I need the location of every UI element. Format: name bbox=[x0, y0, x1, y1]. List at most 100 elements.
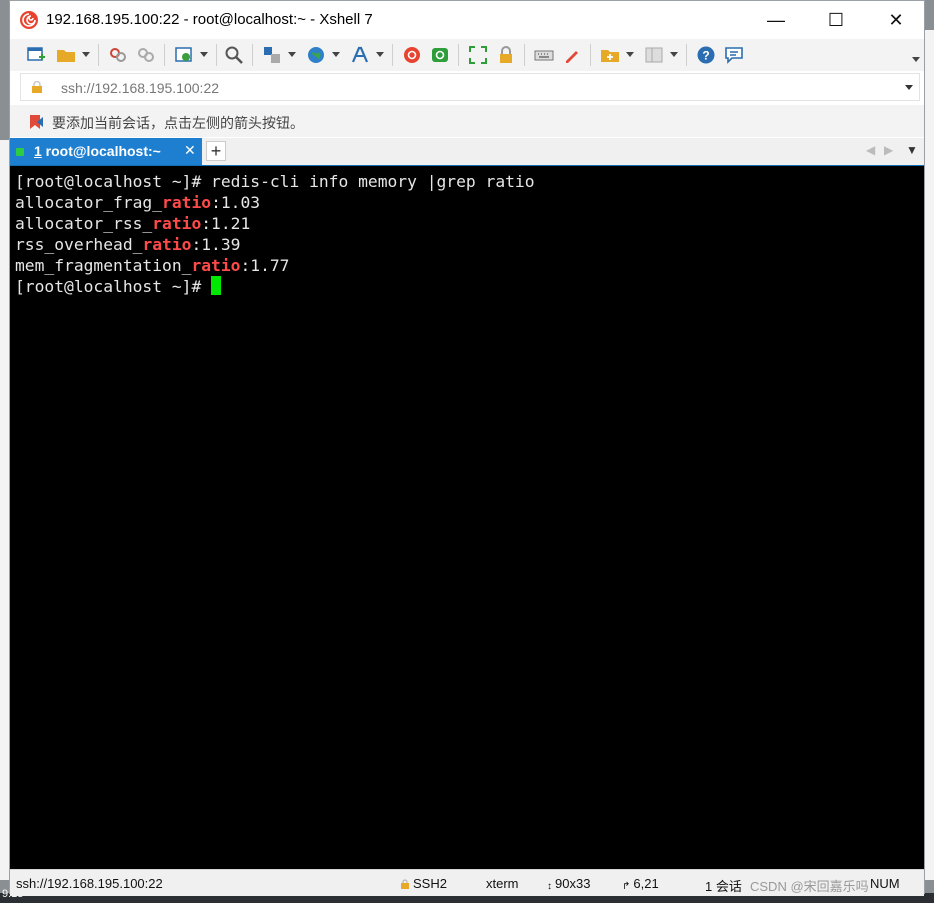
toolbar-separator bbox=[524, 44, 525, 66]
terminal-prompt: [root@localhost ~]# bbox=[15, 172, 202, 191]
terminal-line: allocator_frag_ratio:1.03 bbox=[15, 192, 535, 213]
globe-icon[interactable] bbox=[306, 45, 326, 65]
minimize-button[interactable]: — bbox=[747, 1, 805, 39]
close-button[interactable]: ✕ bbox=[867, 1, 925, 39]
toolbar-separator bbox=[590, 44, 591, 66]
terminal-line: [root@localhost ~]# redis-cli info memor… bbox=[15, 171, 535, 192]
transfer-icon[interactable] bbox=[262, 45, 282, 65]
globe-dropdown-icon[interactable] bbox=[332, 52, 340, 57]
terminal-command: redis-cli info memory |grep ratio bbox=[201, 172, 535, 191]
grep-match: ratio bbox=[142, 235, 192, 254]
session-hint-bar: 要添加当前会话，点击左侧的箭头按钮。 bbox=[10, 105, 924, 137]
xshell-logo-icon bbox=[20, 11, 38, 29]
terminal-line: rss_overhead_ratio:1.39 bbox=[15, 234, 535, 255]
toolbar-separator bbox=[458, 44, 459, 66]
help-icon[interactable]: ? bbox=[696, 45, 716, 65]
metric-value: :1.03 bbox=[211, 193, 261, 212]
status-protocol: SSH2 bbox=[400, 876, 447, 891]
tab-scroll-left-icon[interactable]: ◀ bbox=[866, 143, 875, 157]
desktop-background-left bbox=[0, 140, 9, 880]
font-icon[interactable] bbox=[350, 45, 370, 65]
maximize-button[interactable]: ☐ bbox=[807, 1, 865, 39]
new-tab-button[interactable]: + bbox=[206, 141, 226, 161]
xftp-icon[interactable] bbox=[430, 45, 450, 65]
protocol-label: SSH2 bbox=[413, 876, 447, 891]
status-num-lock: NUM bbox=[870, 876, 900, 891]
tab-number: 1 bbox=[34, 143, 42, 159]
open-folder-icon[interactable] bbox=[56, 45, 76, 65]
add-tab-icon[interactable] bbox=[600, 45, 620, 65]
metric-value: :1.21 bbox=[201, 214, 251, 233]
disconnect-icon[interactable] bbox=[108, 45, 128, 65]
metric-name: mem_fragmentation_ bbox=[15, 256, 192, 275]
tab-list-icon[interactable]: ▼ bbox=[906, 143, 918, 157]
session-tab-bar: 1 root@localhost:~ ✕ + ◀ ▶ ▼ bbox=[10, 138, 924, 166]
tab-label: 1 root@localhost:~ bbox=[34, 143, 161, 159]
grep-match: ratio bbox=[152, 214, 202, 233]
status-sessions: 1 会话 bbox=[705, 879, 742, 894]
new-session-icon[interactable] bbox=[26, 45, 46, 65]
address-dropdown-icon[interactable] bbox=[905, 85, 913, 90]
padlock-icon bbox=[401, 879, 409, 889]
toolbar-separator bbox=[216, 44, 217, 66]
add-tab-dropdown-icon[interactable] bbox=[626, 52, 634, 57]
terminal-line: [root@localhost ~]# bbox=[15, 276, 535, 297]
toolbar-separator bbox=[252, 44, 253, 66]
grep-match: ratio bbox=[191, 256, 241, 275]
terminal-line: mem_fragmentation_ratio:1.77 bbox=[15, 255, 535, 276]
font-dropdown-icon[interactable] bbox=[376, 52, 384, 57]
layout-dropdown-icon[interactable] bbox=[670, 52, 678, 57]
address-bar[interactable]: ssh://192.168.195.100:22 bbox=[20, 73, 920, 101]
chat-icon[interactable] bbox=[724, 45, 744, 65]
properties-dropdown-icon[interactable] bbox=[200, 52, 208, 57]
toolbar-separator bbox=[686, 44, 687, 66]
csdn-watermark: CSDN @宋回嘉乐吗 bbox=[750, 879, 869, 894]
lock-icon[interactable] bbox=[496, 45, 516, 65]
tab-close-icon[interactable]: ✕ bbox=[184, 142, 196, 159]
status-term-type: xterm bbox=[486, 876, 519, 891]
layout-icon[interactable] bbox=[644, 45, 664, 65]
terminal-line: allocator_rss_ratio:1.21 bbox=[15, 213, 535, 234]
toolbar-overflow-icon[interactable] bbox=[912, 57, 920, 62]
status-cursor-pos: ↱ 6,21 bbox=[622, 876, 659, 892]
terminal-output[interactable]: [root@localhost ~]# redis-cli info memor… bbox=[10, 166, 924, 869]
toolbar: ? bbox=[10, 39, 924, 71]
xshell-home-icon[interactable] bbox=[402, 45, 422, 65]
terminal-text: [root@localhost ~]# redis-cli info memor… bbox=[15, 171, 535, 297]
metric-name: allocator_rss_ bbox=[15, 214, 153, 233]
desktop-background-right bbox=[925, 30, 934, 880]
grep-match: ratio bbox=[162, 193, 212, 212]
highlight-pen-icon[interactable] bbox=[562, 45, 582, 65]
cursor-pos-label: 6,21 bbox=[633, 876, 659, 891]
connected-status-icon bbox=[16, 148, 24, 156]
terminal-cursor bbox=[211, 276, 222, 295]
status-bar: ssh://192.168.195.100:22 SSH2 xterm ↕ 90x… bbox=[10, 869, 924, 896]
padlock-icon bbox=[32, 81, 42, 93]
size-label: 90x33 bbox=[555, 876, 591, 891]
transfer-dropdown-icon[interactable] bbox=[288, 52, 296, 57]
properties-icon[interactable] bbox=[174, 45, 194, 65]
xshell-window: 192.168.195.100:22 - root@localhost:~ - … bbox=[9, 0, 925, 896]
tab-session-1[interactable]: 1 root@localhost:~ ✕ bbox=[10, 138, 202, 165]
window-title: 192.168.195.100:22 - root@localhost:~ - … bbox=[46, 11, 373, 28]
toolbar-separator bbox=[164, 44, 165, 66]
status-address: ssh://192.168.195.100:22 bbox=[16, 876, 163, 891]
status-size: ↕ 90x33 bbox=[547, 876, 591, 892]
fullscreen-icon[interactable] bbox=[468, 45, 488, 65]
metric-name: rss_overhead_ bbox=[15, 235, 143, 254]
search-icon[interactable] bbox=[224, 45, 244, 65]
metric-name: allocator_frag_ bbox=[15, 193, 163, 212]
title-bar[interactable]: 192.168.195.100:22 - root@localhost:~ - … bbox=[10, 1, 924, 39]
cursor-pos-icon: ↱ bbox=[622, 881, 631, 892]
reconnect-icon[interactable] bbox=[136, 45, 156, 65]
open-dropdown-icon[interactable] bbox=[82, 52, 90, 57]
tab-scroll-right-icon[interactable]: ▶ bbox=[884, 143, 893, 157]
hint-text: 要添加当前会话，点击左侧的箭头按钮。 bbox=[52, 115, 304, 131]
terminal-prompt: [root@localhost ~]# bbox=[15, 277, 212, 296]
tab-title: root@localhost:~ bbox=[41, 143, 161, 159]
metric-value: :1.39 bbox=[191, 235, 241, 254]
keyboard-icon[interactable] bbox=[534, 45, 554, 65]
bookmark-arrow-icon[interactable] bbox=[28, 113, 46, 131]
address-input[interactable]: ssh://192.168.195.100:22 bbox=[61, 80, 219, 96]
toolbar-separator bbox=[392, 44, 393, 66]
